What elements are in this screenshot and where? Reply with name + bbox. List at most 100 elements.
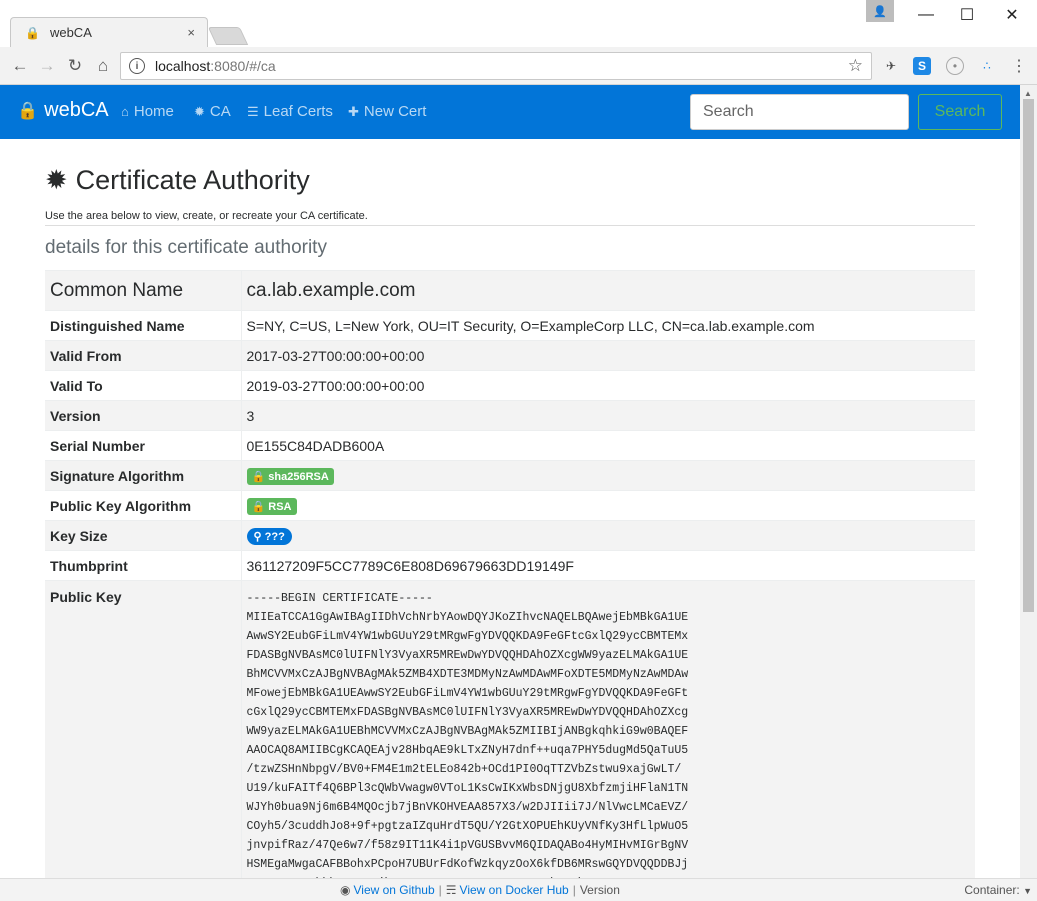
scrollbar[interactable]: ▲ (1020, 85, 1037, 878)
browser-tab[interactable]: 🔒 webCA × (10, 17, 208, 47)
plus-icon: ✚ (348, 103, 359, 119)
public-key-algorithm-cell: 🔒 RSA (241, 490, 975, 521)
browser-titlebar: 🔒 webCA × 👤 — ☐ ✕ (0, 0, 1037, 47)
profile-icon[interactable]: 👤 (866, 0, 894, 22)
row-label: Valid From (45, 340, 242, 371)
table-row: Serial Number 0E155C84DADB600A (45, 430, 975, 461)
extension-icon-4[interactable]: ∴ (978, 57, 996, 75)
common-name-value: ca.lab.example.com (241, 270, 975, 311)
extension-icon-1[interactable]: ✈ (882, 57, 900, 75)
page-viewport: 🔒 webCA ⌂ Home ✹ CA ☰ Leaf Certs ✚ New C… (0, 85, 1020, 878)
public-key-algorithm-label: Public Key Algorithm (45, 490, 242, 521)
table-row: Version 3 (45, 400, 975, 431)
footer-separator: | (572, 883, 576, 897)
github-icon: ◉ (340, 883, 351, 897)
footer-separator: | (438, 883, 442, 897)
home-icon[interactable]: ⌂ (92, 55, 114, 77)
menu-icon[interactable]: ⋮ (1010, 57, 1028, 75)
key-icon: ⚲ (253, 530, 262, 543)
row-value: 2019-03-27T00:00:00+00:00 (241, 370, 975, 401)
key-size-badge: ⚲ ??? (246, 527, 292, 545)
list-icon: ☰ (247, 103, 259, 119)
row-label: Valid To (45, 370, 242, 401)
certificate-icon: ✹ (194, 103, 205, 119)
row-value: 2017-03-27T00:00:00+00:00 (241, 340, 975, 371)
common-name-label: Common Name (45, 270, 242, 311)
nav-ca[interactable]: ✹ CA (194, 103, 231, 120)
brand-label: webCA (44, 99, 109, 121)
navbar: 🔒 webCA ⌂ Home ✹ CA ☰ Leaf Certs ✚ New C… (0, 85, 1020, 139)
public-key-label: Public Key (45, 580, 242, 878)
thumbprint-label: Thumbprint (45, 550, 242, 581)
site-info-icon[interactable]: i (129, 58, 145, 74)
tab-title: webCA (49, 25, 92, 40)
close-window-icon[interactable]: ✕ (990, 0, 1034, 30)
table-row: Valid From 2017-03-27T00:00:00+00:00 (45, 340, 975, 371)
table-row: Common Name ca.lab.example.com (45, 270, 975, 311)
row-label: Version (45, 400, 242, 431)
main-container: ✹ Certificate Authority Use the area bel… (45, 165, 975, 878)
maximize-icon[interactable]: ☐ (945, 0, 989, 30)
browser-toolbar: ← → ↻ ⌂ i localhost :8080/#/ca ☆ ✈ S • ∴… (0, 47, 1037, 85)
thumbprint-value: 361127209F5CC7789C6E808D69679663DD19149F (241, 550, 975, 581)
new-tab-button[interactable] (207, 27, 249, 45)
key-size-label: Key Size (45, 520, 242, 551)
url-path: :8080/#/ca (210, 58, 276, 74)
scroll-up-icon[interactable]: ▲ (1024, 89, 1032, 98)
nav-new-cert[interactable]: ✚ New Cert (348, 103, 426, 120)
address-bar[interactable]: i localhost :8080/#/ca ☆ (120, 52, 872, 80)
key-size-value: ??? (264, 530, 285, 543)
nav-home[interactable]: ⌂ Home (121, 103, 174, 120)
page-lead: Use the area below to view, create, or r… (45, 210, 975, 226)
tab-close-button[interactable]: × (187, 25, 195, 40)
table-row: Thumbprint 361127209F5CC7789C6E808D69679… (45, 550, 975, 581)
section-subtitle: details for this certificate authority (45, 237, 327, 258)
footer-links: ◉ View on Github | ☴ View on Docker Hub … (340, 883, 620, 897)
search-input[interactable] (690, 94, 909, 130)
signature-algorithm-badge: 🔒 sha256RSA (246, 467, 334, 485)
signature-algorithm-cell: 🔒 sha256RSA (241, 460, 975, 491)
github-link[interactable]: View on Github (353, 883, 434, 897)
lock-icon: 🔒 (17, 100, 39, 120)
nav-leaf-certs-label: Leaf Certs (263, 103, 333, 120)
lock-icon: 🔒 (25, 25, 40, 40)
footer: ◉ View on Github | ☴ View on Docker Hub … (0, 878, 1037, 901)
extension-icon-2[interactable]: S (913, 57, 931, 75)
container-dropdown[interactable]: Container: ▼ (964, 883, 1032, 897)
table-row: Public Key Algorithm 🔒 RSA (45, 490, 975, 521)
back-icon[interactable]: ← (9, 55, 31, 77)
page-title-text: Certificate Authority (75, 165, 310, 195)
row-value: 0E155C84DADB600A (241, 430, 975, 461)
nav-leaf-certs[interactable]: ☰ Leaf Certs (247, 103, 333, 120)
docker-link[interactable]: View on Docker Hub (460, 883, 569, 897)
certificate-icon: ✹ (45, 165, 68, 195)
row-label: Distinguished Name (45, 310, 242, 341)
page-title: ✹ Certificate Authority (45, 165, 975, 196)
scrollbar-thumb[interactable] (1023, 99, 1034, 612)
forward-icon[interactable]: → (36, 55, 58, 77)
row-label: Serial Number (45, 430, 242, 461)
public-key-value: -----BEGIN CERTIFICATE----- MIIEaTCCA1Gg… (246, 592, 689, 878)
minimize-icon[interactable]: — (904, 0, 948, 30)
nav-new-cert-label: New Cert (363, 103, 427, 120)
version-label: Version (579, 883, 620, 897)
extension-icon-3[interactable]: • (946, 57, 964, 75)
signature-algorithm-label: Signature Algorithm (45, 460, 242, 491)
table-row: Signature Algorithm 🔒 sha256RSA (45, 460, 975, 491)
search-button[interactable]: Search (918, 94, 1002, 130)
docker-icon: ☴ (445, 883, 457, 897)
signature-algorithm-value: sha256RSA (268, 470, 329, 483)
details-table: Common Name ca.lab.example.com Distingui… (45, 270, 975, 878)
public-key-cell: -----BEGIN CERTIFICATE----- MIIEaTCCA1Gg… (241, 580, 975, 878)
url-host: localhost (155, 58, 211, 74)
nav-home-label: Home (133, 103, 174, 120)
brand[interactable]: 🔒 webCA (17, 99, 109, 122)
key-size-cell: ⚲ ??? (241, 520, 975, 551)
home-icon: ⌂ (121, 104, 129, 119)
bookmark-star-icon[interactable]: ☆ (848, 56, 863, 76)
public-key-algorithm-value: RSA (268, 500, 292, 513)
reload-icon[interactable]: ↻ (64, 55, 86, 77)
public-key-algorithm-badge: 🔒 RSA (246, 497, 297, 515)
table-row: Valid To 2019-03-27T00:00:00+00:00 (45, 370, 975, 401)
table-row: Public Key -----BEGIN CERTIFICATE----- M… (45, 580, 975, 878)
